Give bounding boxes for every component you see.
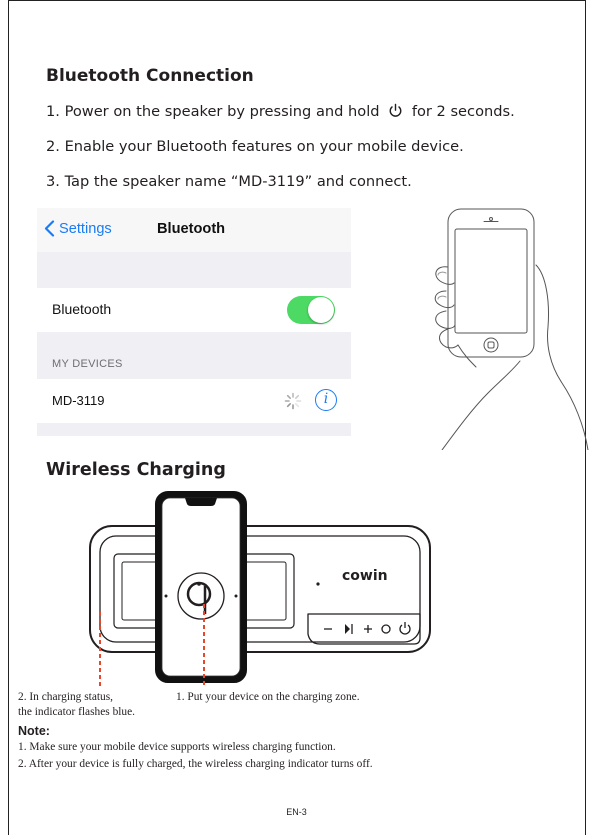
my-devices-header: MY DEVICES <box>52 358 123 370</box>
info-icon[interactable]: i <box>315 389 337 411</box>
note-title: Note: <box>18 724 50 738</box>
step-1-text-after: for 2 seconds. <box>411 103 515 120</box>
device-name: MD-3119 <box>52 393 105 408</box>
ios-nav-bar: Settings Bluetooth <box>37 208 351 252</box>
brand-logo: cowin <box>342 568 388 584</box>
step-3: 3. Tap the speaker name “MD-3119” and co… <box>46 173 412 190</box>
bluetooth-section-title: Bluetooth Connection <box>46 66 254 86</box>
chevron-left-icon <box>44 220 55 237</box>
speaker-body <box>89 525 431 653</box>
device-row[interactable]: MD-3119 i <box>37 379 351 423</box>
indicator-dot <box>316 582 320 586</box>
ios-bluetooth-row: Bluetooth <box>37 288 351 332</box>
ios-bluetooth-settings: Settings Bluetooth Bluetooth MY DEVICES … <box>37 208 351 436</box>
ios-bluetooth-row-label: Bluetooth <box>52 301 112 317</box>
step-1-text-before: 1. Power on the speaker by pressing and … <box>46 103 380 120</box>
phone-on-charger <box>155 491 247 683</box>
ios-nav-title: Bluetooth <box>157 221 226 237</box>
ios-back-label: Settings <box>59 220 112 237</box>
bluetooth-button-icon <box>381 624 391 634</box>
ios-back-button[interactable]: Settings <box>44 220 112 237</box>
caption-charging-zone: 1. Put your device on the charging zone. <box>176 691 360 703</box>
phone-outline <box>447 208 535 358</box>
note-line-2: 2. After your device is fully charged, t… <box>18 758 373 770</box>
speaker-charging-illustration: cowin <box>89 491 431 688</box>
caption-charging-status-line2: the indicator flashes blue. <box>18 706 136 718</box>
connecting-spinner-icon <box>284 392 302 410</box>
step-1: 1. Power on the speaker by pressing and … <box>46 103 515 120</box>
step-2: 2. Enable your Bluetooth features on you… <box>46 138 464 155</box>
play-pause-icon <box>345 624 350 634</box>
bluetooth-toggle[interactable] <box>287 296 335 324</box>
power-icon <box>389 103 402 117</box>
note-line-1: 1. Make sure your mobile device supports… <box>18 741 336 753</box>
caption-charging-status-line1: 2. In charging status, <box>18 691 114 703</box>
toggle-knob <box>308 297 334 323</box>
hand-holding-phone-illustration <box>434 208 589 450</box>
page-number: EN-3 <box>286 807 307 817</box>
wireless-charging-section-title: Wireless Charging <box>46 460 226 480</box>
